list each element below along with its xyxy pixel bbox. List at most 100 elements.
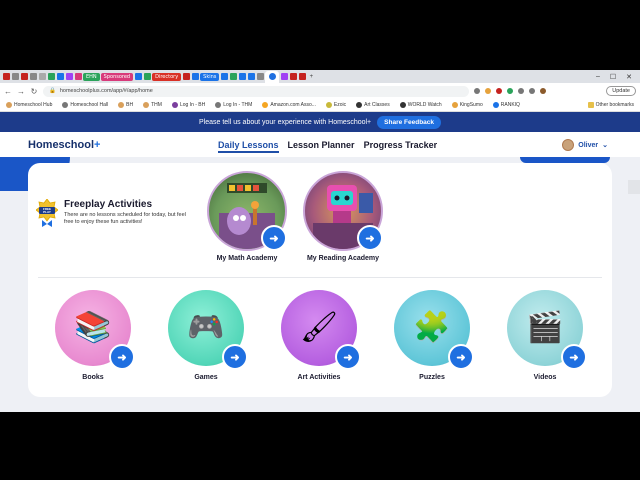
homeschool-logo[interactable]: Homeschool+	[28, 139, 100, 151]
avatar-icon[interactable]	[540, 88, 546, 94]
browser-tab[interactable]	[74, 72, 82, 81]
browser-tab[interactable]	[298, 72, 306, 81]
browser-tab[interactable]	[220, 72, 228, 81]
freeplay-section: FREE PLAY Freeplay Activities There are …	[35, 198, 194, 227]
reading-academy-tile[interactable]: ➜ My Reading Academy	[303, 171, 383, 262]
badge-text: FREE PLAY	[42, 207, 51, 214]
bookmark-item[interactable]: WORLD Watch	[399, 102, 442, 108]
browser-tab[interactable]	[238, 72, 246, 81]
puzzles-arrow-icon[interactable]: ➜	[448, 344, 474, 370]
bookmark-item[interactable]: Homeschool Hall	[62, 102, 108, 108]
browser-tab[interactable]	[56, 72, 64, 81]
bookmark-icon	[399, 102, 406, 108]
browser-tab[interactable]	[20, 72, 28, 81]
math-academy-tile[interactable]: ➜ My Math Academy	[207, 171, 287, 262]
share-feedback-button[interactable]: Share Feedback	[377, 115, 442, 129]
activity-art[interactable]: 🖌 ➜ Art Activities	[274, 290, 364, 381]
back-icon[interactable]: ←	[4, 87, 12, 96]
bookmark-icon	[143, 102, 150, 108]
math-academy-label: My Math Academy	[216, 255, 278, 262]
url-field[interactable]: 🔒 homeschoolplus.com/app/#/app/home	[43, 85, 469, 97]
browser-tab[interactable]	[229, 72, 237, 81]
bookmark-item[interactable]: Amazon.com Asso...	[262, 102, 316, 108]
tab-pill-skins[interactable]: Skins	[200, 72, 220, 81]
browser-tab-active[interactable]	[265, 70, 280, 83]
browser-tab[interactable]	[134, 72, 142, 81]
browser-tab[interactable]	[280, 72, 288, 81]
bookmark-icon	[356, 102, 363, 108]
nav-progress-tracker[interactable]: Progress Tracker	[364, 132, 438, 158]
new-tab-icon[interactable]: +	[307, 72, 315, 81]
close-icon[interactable]: ✕	[626, 73, 632, 81]
bookmark-icon	[171, 102, 178, 108]
extension-icon[interactable]	[529, 88, 535, 94]
math-academy-arrow-icon[interactable]: ➜	[261, 225, 287, 251]
art-activities-arrow-icon[interactable]: ➜	[335, 344, 361, 370]
window-controls: – ☐ ✕	[596, 73, 640, 81]
nav-links: Daily Lessons Lesson Planner Progress Tr…	[218, 132, 437, 158]
browser-tab[interactable]	[29, 72, 37, 81]
forward-icon[interactable]: →	[17, 87, 25, 96]
books-label: Books	[82, 374, 104, 381]
extension-icon[interactable]	[474, 88, 480, 94]
bookmark-item[interactable]: BH	[118, 102, 133, 108]
update-button[interactable]: Update	[606, 86, 636, 96]
bookmark-item[interactable]: Homeschool Hub	[6, 102, 52, 108]
browser-window: EHN Sponsored Directory Skins + – ☐ ✕ ← …	[0, 70, 640, 412]
site-nav: Homeschool+ Daily Lessons Lesson Planner…	[0, 132, 640, 159]
nav-lesson-planner[interactable]: Lesson Planner	[288, 132, 355, 158]
nav-daily-lessons[interactable]: Daily Lessons	[218, 132, 279, 158]
browser-tab[interactable]	[2, 72, 10, 81]
browser-tab[interactable]	[256, 72, 264, 81]
profile-menu[interactable]: Oliver ⌄	[562, 132, 608, 158]
reload-icon[interactable]: ↻	[30, 87, 38, 96]
browser-tab[interactable]	[143, 72, 151, 81]
address-bar-row: ← → ↻ 🔒 homeschoolplus.com/app/#/app/hom…	[0, 83, 640, 99]
bookmark-item[interactable]: THM	[143, 102, 162, 108]
minimize-icon[interactable]: –	[596, 73, 600, 81]
bookmark-item[interactable]: Log In - BH	[171, 102, 205, 108]
activity-books[interactable]: 📚 ➜ Books	[48, 290, 138, 381]
activity-puzzles[interactable]: 🧩 ➜ Puzzles	[387, 290, 477, 381]
main-content: FREE PLAY Freeplay Activities There are …	[0, 157, 640, 412]
tab-pill-sponsored[interactable]: Sponsored	[100, 72, 134, 81]
puzzles-label: Puzzles	[419, 374, 445, 381]
browser-tab[interactable]	[38, 72, 46, 81]
browser-tab[interactable]	[11, 72, 19, 81]
bookmark-item[interactable]: Art Classes	[356, 102, 390, 108]
bookmark-icon	[451, 102, 458, 108]
activity-videos[interactable]: 🎬 ➜ Videos	[500, 290, 590, 381]
browser-tab[interactable]	[289, 72, 297, 81]
bookmark-item[interactable]: Ezoic	[325, 102, 346, 108]
games-arrow-icon[interactable]: ➜	[222, 344, 248, 370]
bookmark-item[interactable]: KingSumo	[451, 102, 483, 108]
books-arrow-icon[interactable]: ➜	[109, 344, 135, 370]
bookmark-icon	[118, 102, 125, 108]
freeplay-text: Freeplay Activities There are no lessons…	[64, 199, 194, 227]
banner-text: Please tell us about your experience wit…	[198, 118, 372, 126]
tab-pill-directory[interactable]: Directory	[152, 72, 182, 81]
tab-pill-ehn[interactable]: EHN	[83, 72, 100, 81]
extension-icon[interactable]	[518, 88, 524, 94]
extension-icon[interactable]	[496, 88, 502, 94]
browser-tab[interactable]	[182, 72, 190, 81]
activity-games[interactable]: 🎮 ➜ Games	[161, 290, 251, 381]
reading-academy-arrow-icon[interactable]: ➜	[357, 225, 383, 251]
videos-arrow-icon[interactable]: ➜	[561, 344, 587, 370]
maximize-icon[interactable]: ☐	[610, 73, 616, 81]
browser-tab[interactable]	[65, 72, 73, 81]
bookmark-icon	[215, 102, 222, 108]
bookmark-icon	[492, 102, 499, 108]
bookmark-item[interactable]: RANKIQ	[492, 102, 520, 108]
other-bookmarks[interactable]: Other bookmarks	[587, 102, 640, 108]
paintbrush-icon: 🖌	[299, 311, 339, 344]
bookmark-icon	[6, 102, 12, 108]
browser-tab[interactable]	[247, 72, 255, 81]
bookmark-item[interactable]: Log In - THM	[215, 102, 252, 108]
extension-icon[interactable]	[507, 88, 513, 94]
scrollbar[interactable]	[628, 180, 640, 194]
browser-tab[interactable]	[47, 72, 55, 81]
browser-tab[interactable]	[191, 72, 199, 81]
art-activities-label: Art Activities	[297, 374, 341, 381]
extension-icon[interactable]	[485, 88, 491, 94]
